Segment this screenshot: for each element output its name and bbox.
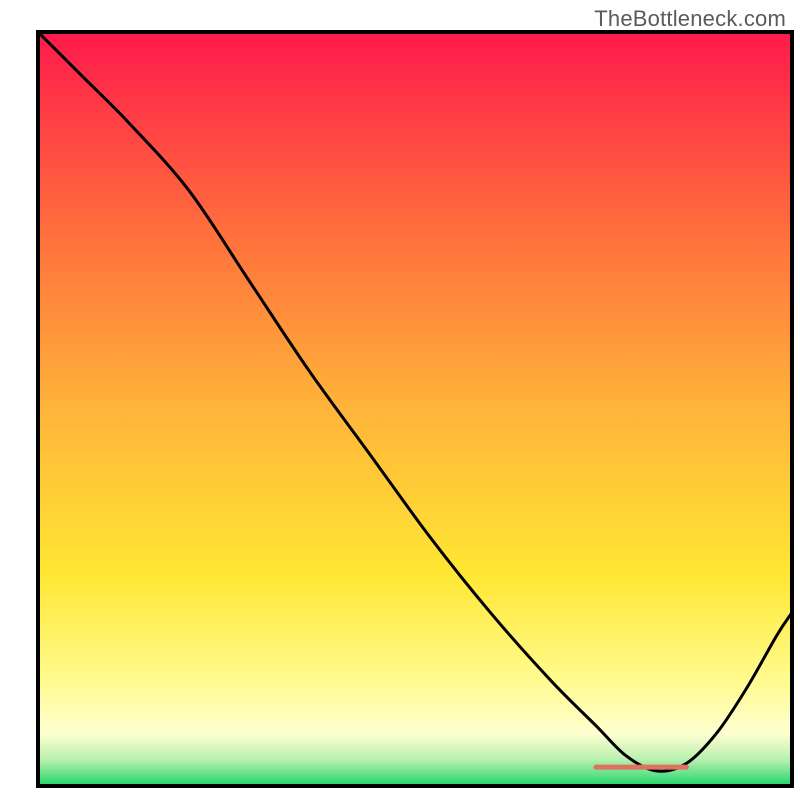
chart-stage: TheBottleneck.com (0, 0, 800, 800)
plot-area (38, 32, 792, 786)
chart-canvas (0, 0, 800, 800)
watermark-text: TheBottleneck.com (594, 6, 786, 32)
